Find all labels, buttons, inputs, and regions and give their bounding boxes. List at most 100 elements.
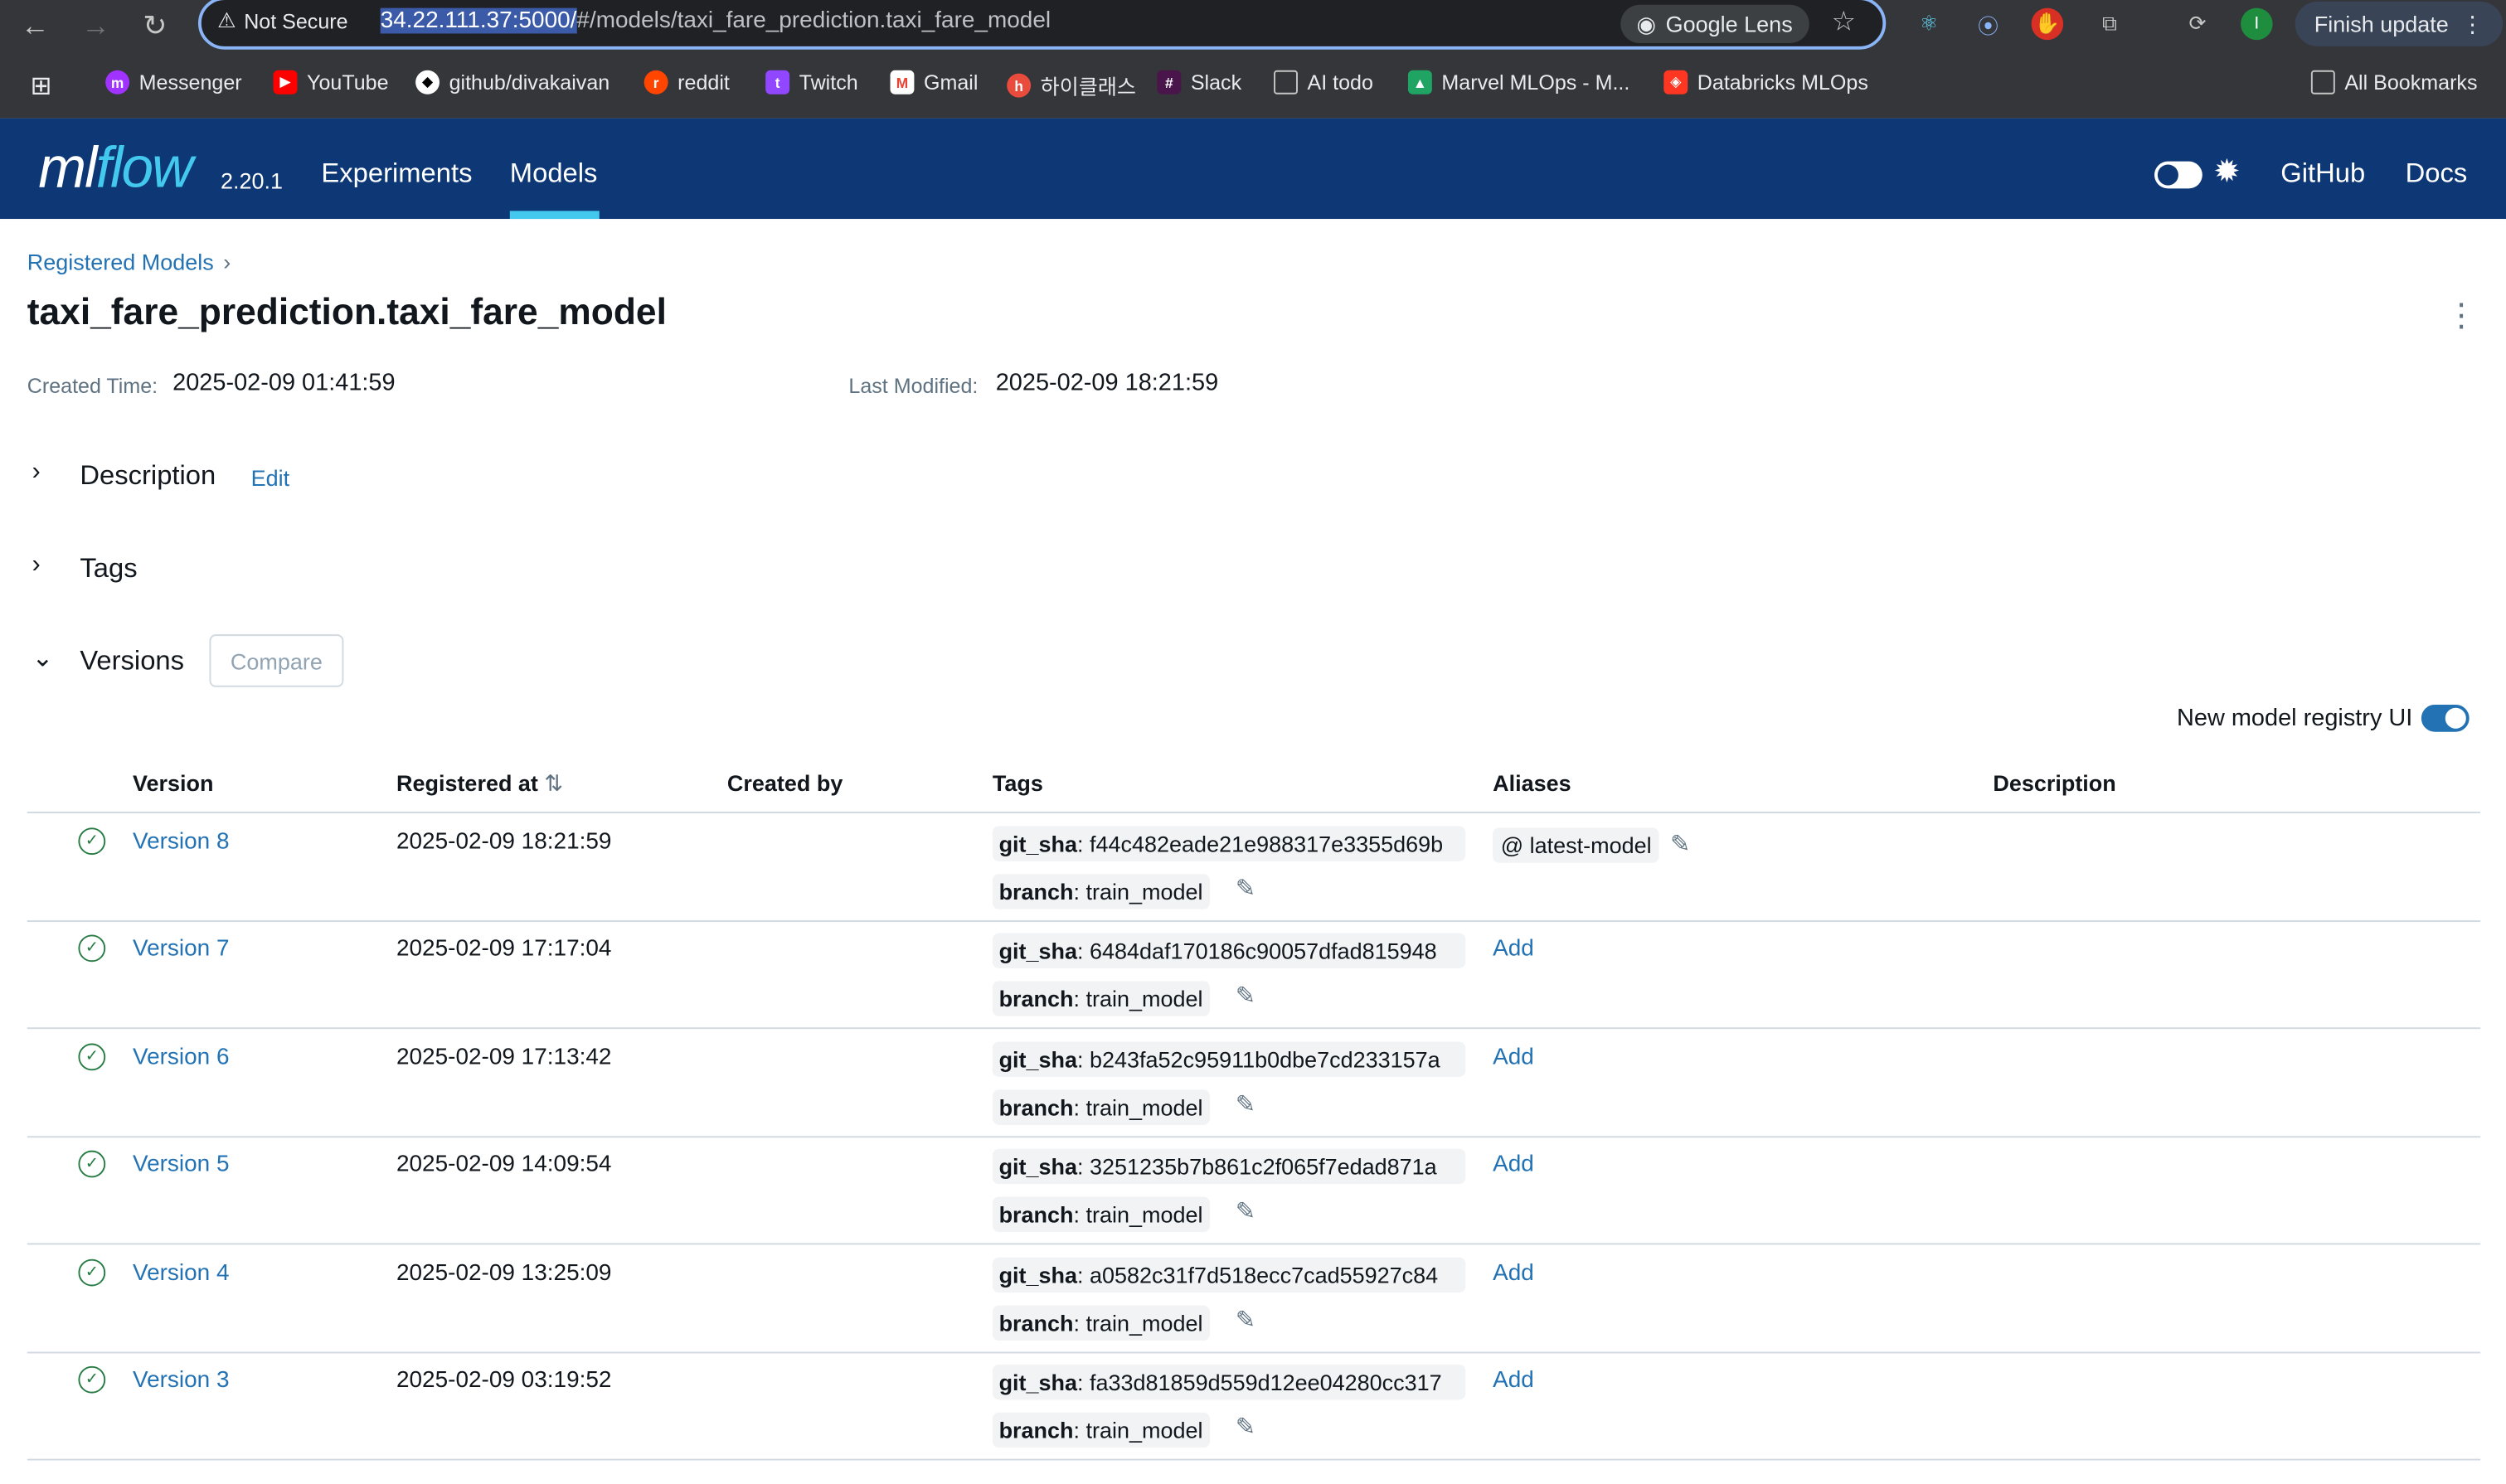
version-link[interactable]: Version 4 — [133, 1261, 230, 1287]
branch-tag: branch: train_model — [992, 1305, 1210, 1341]
bookmark-slack[interactable]: # Slack — [1157, 70, 1241, 95]
edit-tags-pencil-icon[interactable]: ✎ — [1236, 1306, 1255, 1335]
profile-avatar[interactable]: I — [2241, 7, 2273, 41]
column-header-aliases: Aliases — [1493, 769, 1571, 796]
created-time-value: 2025-02-09 01:41:59 — [172, 369, 396, 396]
chevron-right-icon[interactable]: › — [32, 458, 41, 487]
hiclass-icon: h — [1007, 73, 1032, 98]
edit-tags-pencil-icon[interactable]: ✎ — [1236, 1089, 1255, 1118]
branch-tag: branch: train_model — [992, 874, 1210, 909]
git-sha-tag: git_sha: f44c482eade21e988317e3355d69b — [992, 826, 1466, 861]
git-sha-tag: git_sha: 3251235b7b861c2f065f7edad871a — [992, 1148, 1466, 1185]
table-row: ✓ Version 5 2025-02-09 14:09:54 git_sha:… — [27, 1137, 2481, 1245]
bookmark-databricks-mlops[interactable]: ◈ Databricks MLOps — [1663, 70, 1868, 95]
check-circle-icon: ✓ — [78, 934, 106, 963]
more-options-icon[interactable]: ⋮ — [2445, 296, 2478, 336]
react-devtools-icon[interactable]: ⚛ — [1913, 8, 1945, 41]
bookmark-github[interactable]: ◆ github/divakaivan — [415, 70, 610, 95]
mlflow-logo[interactable]: mlflow — [38, 134, 193, 201]
security-indicator[interactable]: ⚠ Not Secure — [217, 8, 347, 34]
bookmark-star-icon[interactable]: ☆ — [1832, 7, 1856, 39]
apps-grid-icon[interactable]: ⊞ — [31, 70, 52, 103]
add-alias-link[interactable]: Add — [1493, 936, 1534, 962]
folder-icon — [2310, 70, 2335, 95]
address-row: ← → ↻ ⚠ Not Secure 34.22.111.37:5000/#/mo… — [0, 0, 2506, 51]
databricks-icon: ◈ — [1663, 70, 1688, 95]
active-tab-indicator — [509, 211, 600, 220]
bookmark-messenger[interactable]: m Messenger — [105, 70, 242, 95]
new-registry-ui-toggle[interactable] — [2421, 704, 2470, 732]
tab-experiments[interactable]: Experiments — [321, 158, 472, 191]
adblock-icon[interactable]: ✋ — [2031, 7, 2064, 41]
table-row: ✓ Version 8 2025-02-09 18:21:59 git_sha:… — [27, 815, 2481, 923]
check-circle-icon: ✓ — [78, 827, 106, 856]
bookmark-marvel-mlops[interactable]: ▲ Marvel MLOps - M... — [1407, 70, 1629, 95]
description-section-title[interactable]: Description — [80, 460, 216, 492]
edit-description-link[interactable]: Edit — [251, 465, 289, 491]
edit-tags-pencil-icon[interactable]: ✎ — [1236, 874, 1255, 903]
versions-section-title[interactable]: Versions — [80, 646, 184, 678]
tags-section-title[interactable]: Tags — [80, 553, 137, 585]
version-link[interactable]: Version 7 — [133, 936, 230, 962]
edit-tags-pencil-icon[interactable]: ✎ — [1236, 1413, 1255, 1442]
version-link[interactable]: Version 8 — [133, 829, 230, 855]
bookmark-hiclass[interactable]: h 하이클래스 — [1007, 70, 1136, 101]
table-row: ✓ Version 6 2025-02-09 17:13:42 git_sha:… — [27, 1031, 2481, 1138]
read-aloud-icon[interactable]: ⦿ — [1972, 8, 2004, 41]
back-icon[interactable]: ← — [17, 9, 52, 42]
finish-update-button[interactable]: Finish update ⋮ — [2295, 1, 2504, 46]
sync-icon[interactable]: ⟳ — [2182, 8, 2214, 41]
edit-tags-pencil-icon[interactable]: ✎ — [1236, 981, 1255, 1010]
bookmark-reddit[interactable]: r reddit — [643, 70, 730, 95]
github-icon: ◆ — [415, 70, 440, 95]
bookmarks-bar: ⊞ m Messenger ▶ YouTube ◆ github/divakaivan… — [0, 57, 2506, 112]
google-drive-icon: ▲ — [1407, 70, 1432, 95]
version-label: 2.20.1 — [220, 167, 284, 194]
url-text[interactable]: 34.22.111.37:5000/#/models/taxi_fare_pre… — [380, 7, 1051, 33]
sort-icon[interactable]: ⇅ — [544, 770, 563, 796]
reload-icon[interactable]: ↻ — [138, 9, 172, 42]
compare-button[interactable]: Compare — [209, 634, 344, 687]
last-modified-label: Last Modified: — [848, 373, 979, 398]
breadcrumb[interactable]: Registered Models › — [27, 250, 231, 275]
browser-chrome: ← → ↻ ⚠ Not Secure 34.22.111.37:5000/#/mo… — [0, 0, 2506, 119]
bookmark-ai-todo[interactable]: AI todo — [1274, 70, 1373, 95]
google-lens-button[interactable]: ◉ Google Lens — [1620, 4, 1809, 44]
extensions-icon[interactable]: ⧉ — [2094, 8, 2126, 41]
table-divider — [27, 812, 2481, 813]
chevron-right-icon[interactable]: › — [32, 551, 41, 580]
bookmark-twitch[interactable]: t Twitch — [765, 70, 858, 95]
version-link[interactable]: Version 6 — [133, 1045, 230, 1070]
address-bar[interactable]: ⚠ Not Secure 34.22.111.37:5000/#/models/t… — [197, 0, 1887, 50]
add-alias-link[interactable]: Add — [1493, 1152, 1534, 1178]
registered-at: 2025-02-09 13:25:09 — [396, 1260, 612, 1287]
add-alias-link[interactable]: Add — [1493, 1045, 1534, 1070]
all-bookmarks[interactable]: All Bookmarks — [2310, 70, 2477, 95]
add-alias-link[interactable]: Add — [1493, 1261, 1534, 1287]
bookmark-youtube[interactable]: ▶ YouTube — [273, 70, 389, 95]
add-alias-link[interactable]: Add — [1493, 1368, 1534, 1394]
edit-tags-pencil-icon[interactable]: ✎ — [1236, 1197, 1255, 1225]
registered-at: 2025-02-09 17:17:04 — [396, 936, 612, 963]
column-header-registered-at[interactable]: Registered at ⇅ — [396, 770, 563, 798]
folder-icon — [1274, 70, 1298, 95]
chevron-down-icon[interactable]: ⌄ — [32, 643, 54, 675]
registered-at: 2025-02-09 18:21:59 — [396, 829, 612, 856]
git-sha-tag: git_sha: fa33d81859d559d12ee04280cc317 — [992, 1364, 1466, 1400]
edit-alias-pencil-icon[interactable]: ✎ — [1670, 829, 1690, 858]
check-circle-icon: ✓ — [78, 1150, 106, 1178]
version-link[interactable]: Version 3 — [133, 1368, 230, 1394]
more-vert-icon: ⋮ — [2461, 10, 2484, 36]
tab-models[interactable]: Models — [510, 158, 598, 191]
twitch-icon: t — [765, 70, 790, 95]
docs-link[interactable]: Docs — [2406, 158, 2468, 191]
check-circle-icon: ✓ — [78, 1365, 106, 1394]
github-link[interactable]: GitHub — [2280, 158, 2365, 191]
version-link[interactable]: Version 5 — [133, 1152, 230, 1178]
bookmark-gmail[interactable]: M Gmail — [890, 70, 978, 95]
reddit-icon: r — [643, 70, 668, 95]
check-circle-icon: ✓ — [78, 1258, 106, 1287]
forward-icon[interactable]: → — [78, 9, 113, 42]
mlflow-header: mlflow 2.20.1 Experiments Models ✹ GitHu… — [0, 118, 2506, 220]
dark-mode-toggle[interactable] — [2154, 161, 2202, 189]
